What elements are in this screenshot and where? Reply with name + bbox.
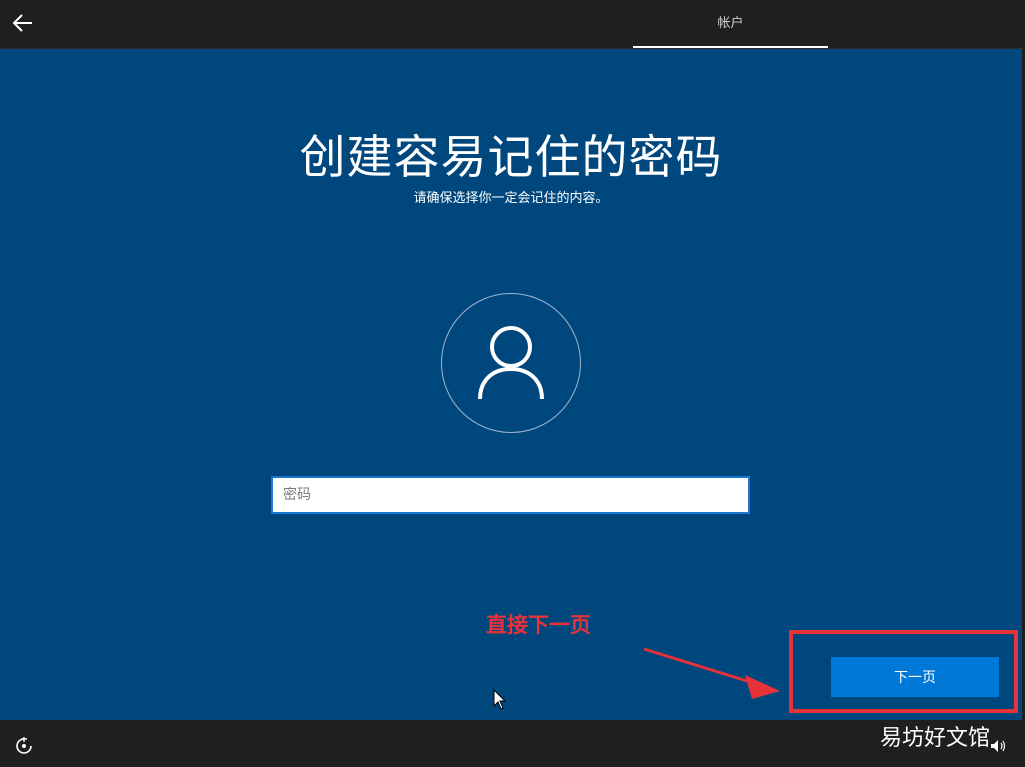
back-button[interactable] [10,10,36,36]
annotation-text: 直接下一页 [486,613,591,637]
main-panel: 创建容易记住的密码 请确保选择你一定会记住的内容。 直接下一页 下一页 [0,49,1022,720]
mouse-cursor-icon [493,689,507,710]
back-arrow-icon [12,14,32,32]
avatar [441,293,581,433]
top-bar: 帐户 [0,0,1025,49]
tab-account[interactable]: 帐户 [633,0,828,48]
page-subtitle: 请确保选择你一定会记住的内容。 [413,191,609,206]
password-input[interactable] [271,476,750,514]
volume-icon[interactable] [990,738,1008,754]
annotation-arrow-icon [643,647,780,699]
page-title: 创建容易记住的密码 [299,130,723,184]
user-icon [478,326,544,400]
watermark: 易坊好文馆 [880,726,991,751]
bottom-bar: 易坊好文馆 [0,720,1025,767]
ease-of-access-icon[interactable] [14,736,34,756]
next-button[interactable]: 下一页 [831,657,999,697]
tab-underline [633,46,828,48]
tab-account-label: 帐户 [717,16,744,31]
